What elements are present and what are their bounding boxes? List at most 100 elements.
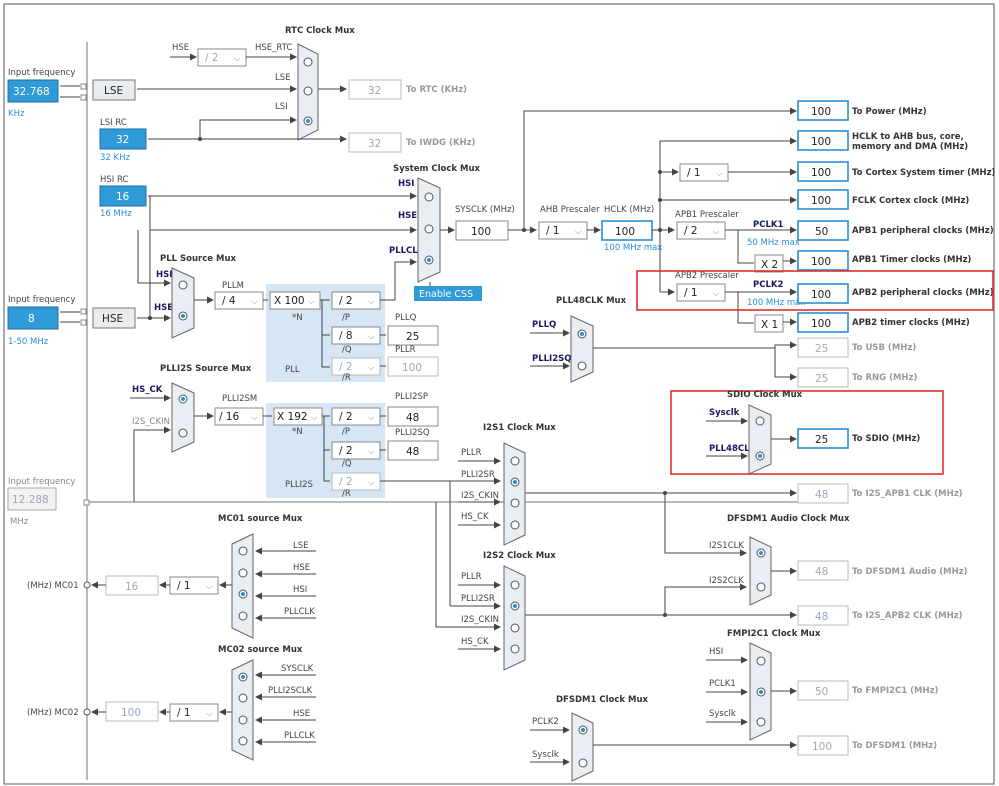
pllr-output-label: PLLR — [395, 345, 416, 355]
rtc-hse-label: HSE — [172, 43, 189, 53]
mco1-radio-hsi-selected — [241, 592, 245, 596]
dfsdm-audio-in1-label: I2S1CLK — [709, 541, 744, 551]
mco2-radio-pllclk[interactable] — [238, 736, 248, 746]
chevron-down-icon: ⌵ — [368, 413, 375, 423]
pclk2-max-label: 100 MHz max — [747, 298, 805, 308]
output-label: APB1 Timer clocks (MHz) — [852, 255, 972, 265]
i2s1-output-label: To I2S_APB1 CLK (MHz) — [852, 489, 963, 499]
chevron-down-icon: ⌵ — [308, 297, 315, 307]
mco2-radio-plli2sclk[interactable] — [238, 693, 248, 703]
plli2s-i2s-ckin-label: I2S_CKIN — [132, 417, 170, 427]
sysmux-radio-pllclk-selected — [427, 258, 431, 262]
output-value: 100 — [811, 136, 831, 148]
pll48-radio-plli2sq[interactable] — [577, 361, 587, 371]
plli2sp-output-value: 48 — [406, 412, 419, 424]
lsi-junction — [198, 137, 202, 141]
lse-frequency-value: 32.768 — [13, 86, 50, 98]
pllq-label: /Q — [342, 345, 352, 355]
i2s2-radio-pllr[interactable] — [510, 580, 520, 590]
sdio-output-label: To SDIO (MHz) — [852, 434, 920, 444]
dfsdm1-radio-sysclk[interactable] — [578, 758, 588, 768]
rtc-output-value: 32 — [368, 85, 381, 97]
lse-button-label: LSE — [104, 85, 123, 97]
rtc-lse-label: LSE — [275, 73, 291, 83]
mco1-input-hse: HSE — [293, 563, 310, 573]
pll-src-hsi-label: HSI — [156, 270, 172, 280]
lsi-rc-unit: 32 KHz — [100, 153, 130, 163]
apb1-prescaler-value: / 2 — [684, 225, 698, 237]
i2s1-input-plli2sr: PLLI2SR — [461, 470, 495, 480]
sdio-radio-sysclk[interactable] — [755, 416, 765, 426]
pll-src-hse-label: HSE — [154, 303, 173, 313]
pllp-label: /P — [342, 313, 350, 323]
pllq-output-label: PLLQ — [395, 313, 417, 323]
dfsdm-audio-mux-title: DFSDM1 Audio Clock Mux — [727, 514, 850, 524]
chevron-down-icon: ⌵ — [713, 227, 720, 237]
rtc-radio-lse[interactable] — [303, 86, 313, 96]
rtc-output-label: To RTC (KHz) — [406, 85, 467, 95]
i2s2-mux-title: I2S2 Clock Mux — [483, 551, 556, 561]
plli2sm-value: / 16 — [219, 411, 240, 423]
dfsdm-audio-radio-i2s1-selected — [759, 551, 763, 555]
fmpi2c1-input-sysclk: Sysclk — [709, 709, 736, 719]
pllm-label: PLLM — [222, 281, 244, 291]
i2s1-radio-ckin[interactable] — [510, 498, 520, 508]
fmpi2c1-input-pclk1: PCLK1 — [709, 679, 736, 689]
output-value: 100 — [811, 318, 831, 330]
output-value: 100 — [811, 106, 831, 118]
plli2s-src-radio-ckin[interactable] — [178, 428, 188, 438]
cortex-timer-divider-value: / 1 — [687, 167, 701, 179]
dfsdm-audio-radio-i2s2[interactable] — [756, 582, 766, 592]
pllsrc-radio-hsi[interactable] — [178, 280, 188, 290]
lsi-rc-value: 32 — [116, 134, 129, 146]
mco1-label: (MHz) MC01 — [27, 581, 79, 591]
i2s1-radio-pllr[interactable] — [510, 456, 520, 466]
hse-input-frequency-label: Input frequency — [8, 295, 75, 305]
plli2sq-output-label: PLLI2SQ — [395, 428, 430, 438]
lse-frequency-unit: KHz — [8, 109, 25, 119]
dfsdm-audio-output-label: To DFSDM1 Audio (MHz) — [852, 567, 968, 577]
mco1-radio-pllclk[interactable] — [238, 611, 248, 621]
output-label: To USB (MHz) — [852, 343, 916, 353]
pclk1-max-label: 50 MHz max — [747, 238, 800, 248]
sysmux-radio-hsi[interactable] — [424, 192, 434, 202]
mco1-radio-hse[interactable] — [238, 568, 248, 578]
output-label: To RNG (MHz) — [852, 373, 917, 383]
pll-source-mux — [171, 267, 195, 339]
lsi-rc-label: LSI RC — [100, 118, 127, 128]
lse-input-frequency-label: Input frequency — [8, 68, 75, 78]
mco2-radio-hse[interactable] — [238, 715, 248, 725]
plli2sq-label: /Q — [342, 459, 352, 469]
output-value: 100 — [811, 167, 831, 179]
i2s2-radio-ckin[interactable] — [510, 623, 520, 633]
dfsdm-audio-in2-label: I2S2CLK — [709, 576, 744, 586]
mco1-mux-title: MC01 source Mux — [218, 514, 303, 524]
output-usb: 25 To USB (MHz) — [797, 337, 916, 358]
sysmux-radio-hse[interactable] — [424, 224, 434, 234]
hse-to-sysmux-line — [149, 196, 417, 234]
mco2-input-plli2sclk: PLLI2SCLK — [268, 686, 313, 696]
rtc-radio-hse[interactable] — [303, 57, 313, 67]
hse-button-label: HSE — [102, 313, 123, 325]
fmpi2c-radio-hsi[interactable] — [756, 656, 766, 666]
i2s1-radio-hsck[interactable] — [510, 520, 520, 530]
output-label: APB2 timer clocks (MHz) — [852, 318, 970, 328]
fmpi2c-radio-sysclk[interactable] — [756, 717, 766, 727]
dfsdm1-output-value: 100 — [812, 741, 832, 753]
chevron-down-icon: ⌵ — [251, 413, 258, 423]
chevron-down-icon: ⌵ — [713, 289, 720, 299]
chevron-down-icon: ⌵ — [368, 297, 375, 307]
iwdg-output-label: To IWDG (KHz) — [406, 138, 476, 148]
i2s2-radio-hsck[interactable] — [510, 644, 520, 654]
pllclk-to-sysmux-line — [390, 258, 417, 301]
lse-connector-lines — [60, 85, 80, 98]
plli2sq-output-value: 48 — [406, 446, 419, 458]
apb2-prescaler-label: APB2 Prescaler — [675, 271, 739, 281]
mco1-radio-lse[interactable] — [238, 546, 248, 556]
hclk-max-label: 100 MHz max — [604, 243, 662, 253]
rtc-radio-lsi-selected — [306, 119, 310, 123]
mco2-label: (MHz) MC02 — [27, 708, 79, 718]
output-cortex-timer: 100 To Cortex System timer (MHz) — [797, 161, 996, 182]
plli2sp-output-label: PLLI2SP — [395, 392, 428, 402]
clock-configuration-diagram: Input frequency 32.768 KHz LSE LSI RC 32… — [3, 3, 996, 785]
